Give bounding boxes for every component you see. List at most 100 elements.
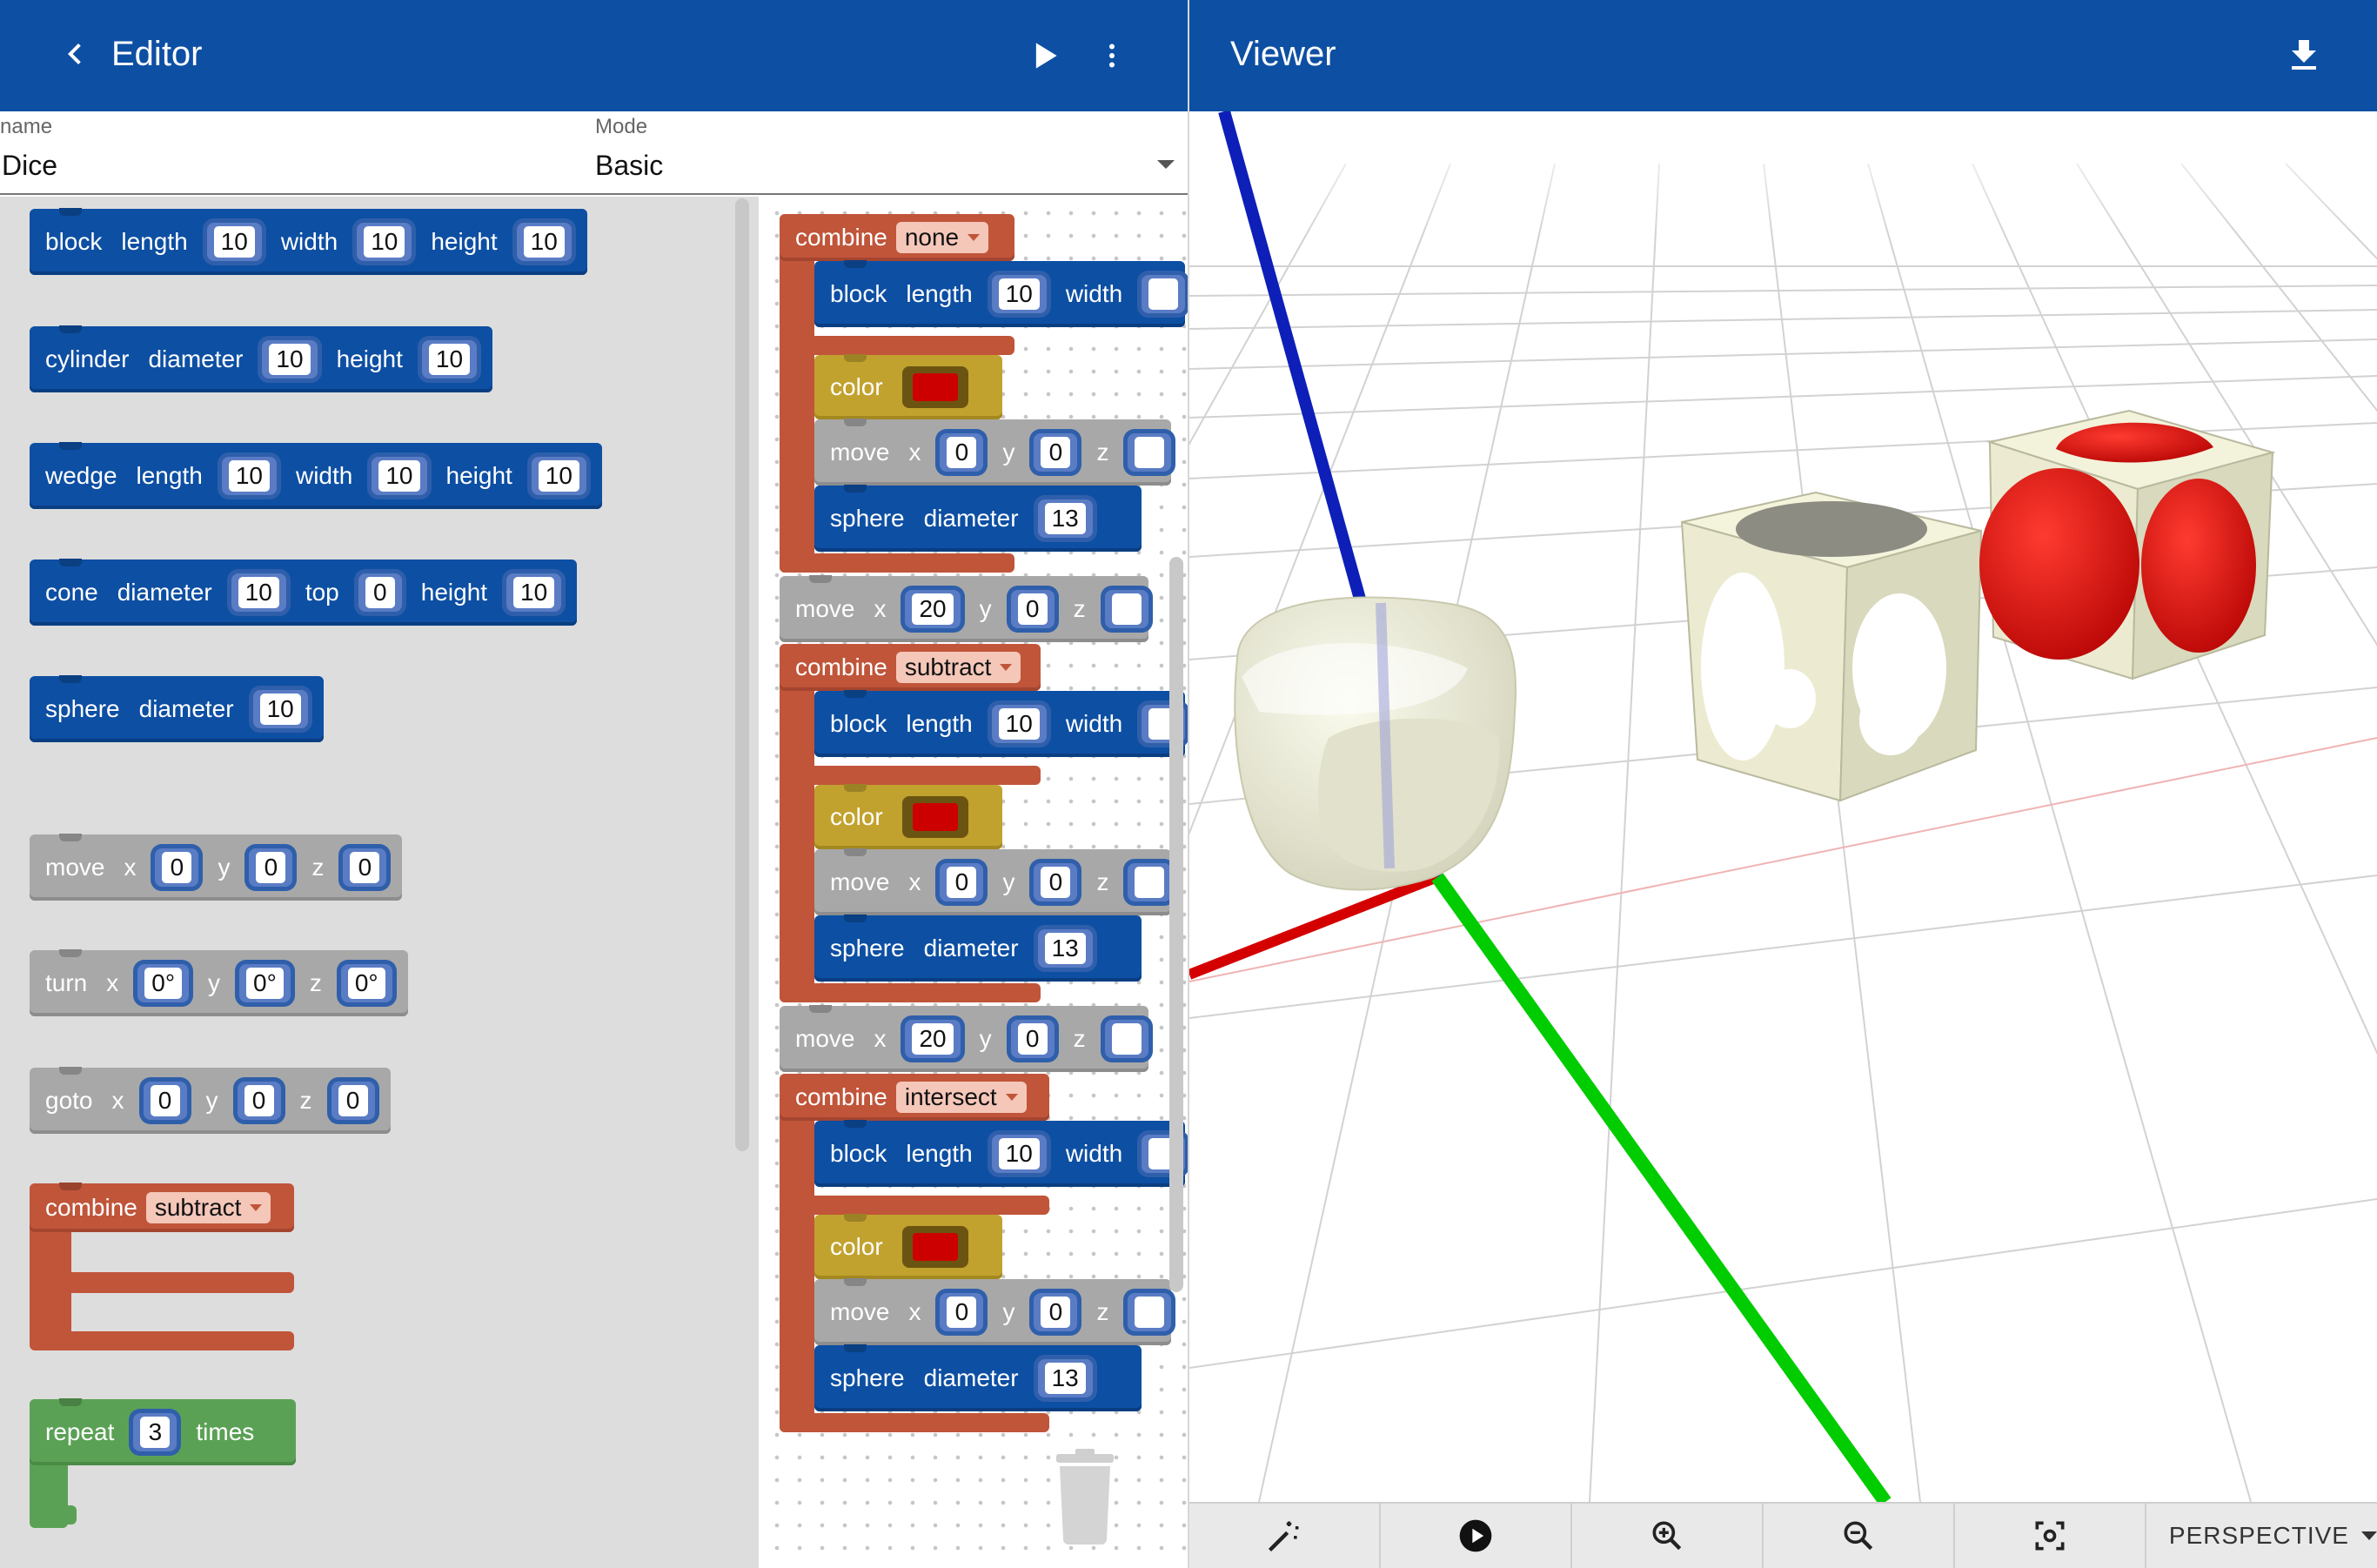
y-input[interactable]: 0 [1034,433,1078,472]
play-icon[interactable] [1025,35,1063,77]
program-sphere-block[interactable]: sphere diameter 13 [814,915,1142,982]
length-input[interactable]: 10 [991,1135,1047,1173]
3d-viewer-canvas[interactable] [1189,111,2377,1502]
focus-button[interactable] [1955,1504,2146,1568]
combine-header[interactable]: combine subtract [30,1183,294,1232]
blockly-workspace[interactable]: combine none block length 10 width color… [760,197,1188,1568]
program-block-block[interactable]: block length 10 width [814,691,1186,757]
diameter-input[interactable]: 10 [252,690,308,728]
z-input[interactable] [1104,590,1148,628]
flyout-scrollbar[interactable] [735,198,749,1151]
y-input[interactable]: 0 [1010,1020,1055,1058]
z-input[interactable]: 0 [343,848,387,887]
zoom-out-button[interactable] [1764,1504,1955,1568]
repeat-header[interactable]: repeat 3 times [30,1399,296,1465]
move-keyword: move [795,595,855,622]
height-input[interactable]: 10 [531,457,586,495]
repeat-count-input[interactable]: 3 [133,1413,177,1451]
z-input[interactable]: 0 [331,1082,375,1120]
combine-intersect-header[interactable]: combine intersect [780,1074,1049,1121]
flyout-goto-block[interactable]: goto x 0 y 0 z 0 [30,1068,391,1134]
z-input[interactable] [1128,863,1172,901]
y-input[interactable]: 0 [237,1082,281,1120]
flyout-cone-block[interactable]: cone diameter 10 top 0 height 10 [30,560,578,626]
program-color-block[interactable]: color [814,785,1002,849]
x-angle-input[interactable]: 0° [137,964,190,1002]
width-input[interactable] [1142,275,1186,313]
x-input[interactable]: 20 [905,1020,961,1058]
x-input[interactable]: 0 [143,1082,187,1120]
flyout-move-block[interactable]: move x 0 y 0 z 0 [30,834,403,901]
y-input[interactable]: 0 [1034,863,1078,901]
program-move-block[interactable]: move x 0 y 0 z [814,1279,1172,1345]
x-input[interactable]: 0 [155,848,199,887]
combine-none-header[interactable]: combine none [780,214,1014,261]
width-label: width [295,462,353,489]
x-input[interactable]: 0 [940,433,984,472]
flyout-sphere-block[interactable]: sphere diameter 10 [30,676,324,742]
diameter-input[interactable]: 10 [231,573,286,612]
combine-mode-dropdown[interactable]: subtract [895,652,1021,683]
combine-mode-dropdown[interactable]: subtract [145,1192,271,1223]
y-label: y [205,1087,218,1114]
diameter-input[interactable]: 13 [1037,929,1093,968]
x-input[interactable]: 20 [905,590,961,628]
length-label: length [906,1140,973,1167]
top-input[interactable]: 0 [358,573,402,612]
diameter-input[interactable]: 13 [1037,1359,1093,1397]
download-icon[interactable] [2283,33,2325,78]
height-input[interactable]: 10 [421,340,478,379]
length-input[interactable]: 10 [991,275,1047,313]
mode-dropdown-arrow-icon[interactable] [1157,160,1175,169]
y-angle-input[interactable]: 0° [239,964,291,1002]
render-play-button[interactable] [1381,1504,1572,1568]
program-move-block[interactable]: move x 0 y 0 z [814,849,1172,915]
flyout-wedge-block[interactable]: wedge length 10 width 10 height 10 [30,443,602,509]
more-vert-icon[interactable] [1096,33,1128,78]
name-field[interactable]: Dice [2,150,57,182]
combine-mode-dropdown[interactable]: intersect [895,1082,1027,1113]
combine-mode-dropdown[interactable]: none [895,222,989,253]
flyout-block-block[interactable]: block length 10 width 10 height 10 [30,209,587,275]
workspace-scrollbar[interactable] [1169,557,1183,1292]
diameter-input[interactable]: 13 [1037,499,1093,538]
flyout-cylinder-block[interactable]: cylinder diameter 10 height 10 [30,326,493,392]
program-move-block[interactable]: move x 0 y 0 z [814,419,1172,486]
mode-select[interactable]: Basic [595,150,663,182]
program-move-20-block[interactable]: move x 20 y 0 z [780,1006,1148,1072]
program-sphere-block[interactable]: sphere diameter 13 [814,1345,1142,1411]
zoom-in-button[interactable] [1572,1504,1764,1568]
length-input[interactable]: 10 [206,223,262,261]
z-input[interactable] [1104,1020,1148,1058]
camera-mode-select[interactable]: PERSPECTIVE [2146,1504,2377,1568]
length-input[interactable]: 10 [991,705,1047,743]
x-input[interactable]: 0 [940,863,984,901]
flyout-turn-block[interactable]: turn x 0° y 0° z 0° [30,950,408,1016]
x-input[interactable]: 0 [940,1293,984,1331]
program-sphere-block[interactable]: sphere diameter 13 [814,486,1142,552]
y-input[interactable]: 0 [1010,590,1055,628]
height-input[interactable]: 10 [516,223,572,261]
y-input[interactable]: 0 [249,848,293,887]
combine-subtract-header[interactable]: combine subtract [780,644,1041,691]
program-move-20-block[interactable]: move x 20 y 0 z [780,576,1148,642]
program-block-block[interactable]: block length 10 width [814,261,1186,327]
z-input[interactable] [1128,1293,1172,1331]
color-swatch[interactable] [901,796,968,838]
height-input[interactable]: 10 [506,573,562,612]
magic-wand-button[interactable] [1189,1504,1381,1568]
color-swatch[interactable] [901,366,968,408]
width-input[interactable]: 10 [357,223,412,261]
program-block-block[interactable]: block length 10 width [814,1121,1186,1187]
color-swatch[interactable] [901,1226,968,1268]
z-angle-input[interactable]: 0° [340,964,392,1002]
y-input[interactable]: 0 [1034,1293,1078,1331]
diameter-input[interactable]: 10 [262,340,318,379]
z-input[interactable] [1128,433,1172,472]
length-input[interactable]: 10 [221,457,277,495]
chevron-left-icon[interactable] [54,33,96,75]
width-input[interactable]: 10 [372,457,427,495]
program-color-block[interactable]: color [814,1215,1002,1279]
trash-icon[interactable] [1053,1449,1117,1545]
program-color-block[interactable]: color [814,355,1002,419]
